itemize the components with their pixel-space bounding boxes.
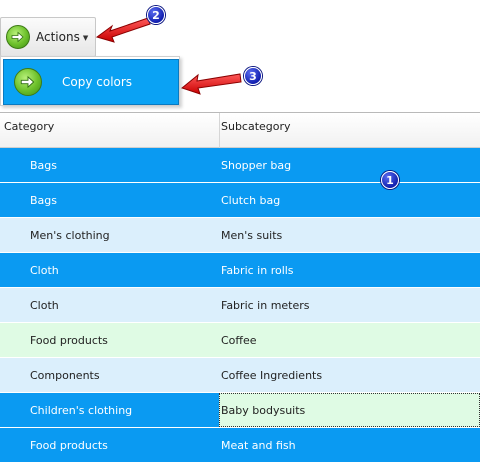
subcategory-cell[interactable]: Shopper bag: [219, 148, 480, 182]
actions-button[interactable]: Actions ▼: [0, 17, 96, 57]
category-cell[interactable]: Food products: [0, 323, 219, 357]
table-row[interactable]: Cloth Fabric in rolls: [0, 253, 480, 288]
table-row[interactable]: Cloth Fabric in meters: [0, 288, 480, 323]
table-row[interactable]: Food products Coffee: [0, 323, 480, 358]
green-arrow-icon: [14, 68, 42, 96]
table-row[interactable]: Bags Clutch bag: [0, 183, 480, 218]
red-arrow-icon: [95, 17, 151, 43]
caret-down-icon: ▼: [82, 34, 89, 42]
subcategory-cell[interactable]: Fabric in rolls: [219, 253, 480, 287]
subcategory-cell[interactable]: Coffee: [219, 323, 480, 357]
menu-item-label: Copy colors: [62, 75, 133, 89]
subcategory-cell[interactable]: Clutch bag: [219, 183, 480, 217]
subcategory-cell[interactable]: Men's suits: [219, 218, 480, 252]
subcategory-cell[interactable]: Meat and fish: [219, 428, 480, 462]
table-row[interactable]: Bags Shopper bag: [0, 148, 480, 183]
menu-item-copy-colors[interactable]: Copy colors: [3, 59, 179, 105]
table-row[interactable]: Food products Meat and fish: [0, 428, 480, 463]
category-cell[interactable]: Food products: [0, 428, 219, 462]
grid-header: Category Subcategory: [0, 113, 480, 148]
annotation-badge-2: 2: [147, 6, 165, 24]
green-arrow-icon: [6, 25, 30, 49]
category-cell[interactable]: Components: [0, 358, 219, 392]
category-cell[interactable]: Children's clothing: [0, 393, 219, 427]
column-divider[interactable]: [219, 113, 220, 148]
category-cell[interactable]: Bags: [0, 148, 219, 182]
grid-rows: Bags Shopper bag Bags Clutch bag Men's cloth…: [0, 148, 480, 463]
annotation-badge-3: 3: [244, 67, 262, 85]
subcategory-cell[interactable]: Fabric in meters: [219, 288, 480, 322]
category-cell[interactable]: Cloth: [0, 253, 219, 287]
red-arrow-icon: [180, 73, 242, 95]
actions-menu: Copy colors: [0, 56, 180, 106]
category-cell[interactable]: Bags: [0, 183, 219, 217]
column-header-category[interactable]: Category: [4, 120, 54, 133]
category-cell[interactable]: Men's clothing: [0, 218, 219, 252]
table-row[interactable]: Components Coffee Ingredients: [0, 358, 480, 393]
column-header-subcategory[interactable]: Subcategory: [221, 120, 291, 133]
table-row[interactable]: Children's clothing Baby bodysuits: [0, 393, 480, 428]
annotation-badge-1: 1: [381, 171, 399, 189]
subcategory-cell[interactable]: Baby bodysuits: [219, 393, 480, 427]
data-grid: Category Subcategory Bags Shopper bag Bags…: [0, 112, 480, 464]
actions-label: Actions: [36, 30, 80, 44]
category-cell[interactable]: Cloth: [0, 288, 219, 322]
subcategory-cell[interactable]: Coffee Ingredients: [219, 358, 480, 392]
table-row[interactable]: Men's clothing Men's suits: [0, 218, 480, 253]
